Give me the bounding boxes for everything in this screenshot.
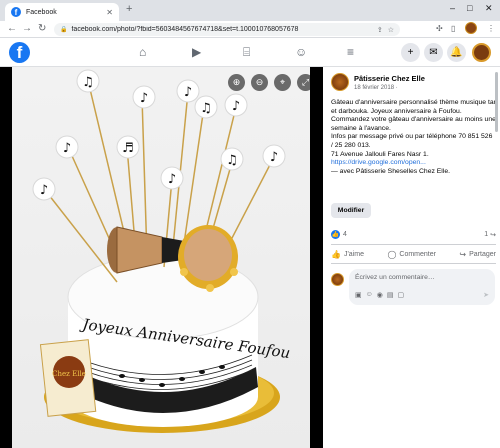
minimize-icon[interactable]: –	[450, 3, 455, 13]
sticker-icon[interactable]: ▢	[398, 291, 405, 299]
svg-text:♪: ♪	[63, 141, 71, 156]
svg-text:♬: ♬	[122, 141, 134, 156]
box-brand-label: Chez Elle	[52, 370, 86, 378]
create-plus-icon[interactable]: +	[401, 43, 420, 62]
browser-profile-avatar[interactable]	[465, 22, 477, 34]
tagged-text: — avec Pâtisserie Sheselles Chez Elle.	[331, 167, 450, 175]
svg-text:♪: ♪	[184, 85, 192, 100]
page-name-link[interactable]: Pâtisserie Chez Elle	[354, 74, 425, 83]
groups-icon[interactable]: ☺	[295, 45, 307, 59]
thumbs-up-icon: 👍	[331, 250, 341, 259]
post-text: Gâteau d'anniversaire personnalisé thème…	[331, 99, 496, 176]
drive-link[interactable]: https://drive.google.com/open...	[331, 159, 496, 168]
gif-icon[interactable]: ▤	[387, 291, 394, 299]
post-text-line: 71 Avenue Jallouli Fares Nasr 1.	[331, 150, 429, 158]
commenter-avatar	[331, 273, 344, 286]
like-reaction-icon[interactable]: 👍	[331, 230, 340, 239]
zoom-in-icon[interactable]: ⊕	[228, 74, 245, 91]
svg-text:♫: ♫	[226, 153, 238, 168]
reactions-row: 👍 4 1 ↪	[331, 230, 496, 239]
svg-text:♪: ♪	[140, 91, 148, 106]
cake-illustration: ♫♪ ♪♫ ♪♪ ♬♪ ♫ ♪ ♪ Joyeux Anniversaire Fo…	[32, 69, 291, 433]
post-info-panel: Pâtisserie Chez Elle 18 février 2018 · G…	[323, 67, 500, 448]
home-icon[interactable]: ⌂	[139, 45, 146, 59]
divider	[331, 244, 496, 245]
avatar-sticker-icon[interactable]: ▣	[355, 291, 362, 299]
bookmark-star-icon[interactable]: ☆	[388, 26, 394, 34]
window-close-icon[interactable]: ✕	[485, 3, 493, 14]
comment-label: Commenter	[399, 251, 436, 258]
facebook-header: f ⌂ ▶ ⌸ ☺ ≡ + ✉ 🔔	[0, 38, 500, 67]
emoji-icon[interactable]: ☺	[366, 291, 373, 299]
browser-menu-icon[interactable]: ⋮	[487, 24, 495, 33]
share-count-icon: ↪	[490, 231, 496, 239]
facebook-logo-icon[interactable]: f	[9, 42, 30, 63]
like-button[interactable]: 👍 J'aime	[331, 250, 364, 259]
comment-input[interactable]: Écrivez un commentaire… ▣ ☺ ◉ ▤ ▢ ➤	[349, 269, 495, 305]
back-icon[interactable]: ←	[7, 23, 17, 34]
reaction-count[interactable]: 4	[343, 231, 484, 238]
lock-icon: 🔒	[60, 27, 68, 33]
reload-icon[interactable]: ↻	[38, 23, 46, 34]
edit-post-button[interactable]: Modifier	[331, 203, 371, 218]
page-avatar[interactable]	[331, 73, 349, 91]
comment-tools: ▣ ☺ ◉ ▤ ▢	[355, 291, 404, 299]
post-text-line: Infos par message privé ou par téléphone…	[331, 133, 493, 149]
address-bar[interactable]: 🔒 facebook.com/photo/?fbid=5603484567674…	[54, 23, 400, 36]
svg-text:♫: ♫	[200, 101, 212, 116]
share-page-icon[interactable]: ⇪	[377, 26, 383, 34]
browser-tab-strip: f Facebook ✕ + – □ ✕	[0, 0, 500, 21]
forward-icon[interactable]: →	[22, 23, 32, 34]
comment-placeholder: Écrivez un commentaire…	[355, 274, 435, 281]
fullscreen-icon[interactable]: ⤢	[297, 74, 310, 91]
svg-text:♪: ♪	[168, 172, 176, 187]
share-label: Partager	[469, 251, 496, 258]
maximize-icon[interactable]: □	[467, 3, 472, 13]
watch-video-icon[interactable]: ▶	[192, 45, 201, 59]
comment-bubble-icon: ◯	[387, 250, 397, 259]
photo-viewer: ♫ ♪ ♪ ♫ ♪ ♪ ♬ ♪ ♫ ♪ ♪ Joyeux Anniversair…	[0, 67, 323, 448]
menu-lines-icon[interactable]: ≡	[347, 45, 354, 59]
browser-tab[interactable]: f Facebook ✕	[5, 3, 119, 21]
camera-icon[interactable]: ◉	[377, 291, 383, 299]
marketplace-icon[interactable]: ⌸	[243, 45, 250, 60]
post-actions: 👍 J'aime ◯ Commenter ↪ Partager	[331, 250, 496, 259]
comment-button[interactable]: ◯ Commenter	[387, 250, 436, 259]
new-tab-icon[interactable]: +	[126, 3, 132, 15]
cake-photo[interactable]: ♫ ♪ ♪ ♫ ♪ ♪ ♬ ♪ ♫ ♪ ♪ Joyeux Anniversair…	[12, 67, 310, 448]
svg-text:♪: ♪	[270, 150, 278, 165]
share-button[interactable]: ↪ Partager	[459, 250, 496, 259]
tag-icon[interactable]: ⌖	[274, 74, 291, 91]
side-panel-icon[interactable]: ▯	[451, 24, 455, 33]
account-avatar[interactable]	[472, 43, 491, 62]
svg-text:♪: ♪	[232, 99, 240, 114]
send-icon[interactable]: ➤	[483, 291, 489, 299]
post-text-line: Gâteau d'anniversaire personnalisé thème…	[331, 99, 496, 115]
tab-close-icon[interactable]: ✕	[106, 8, 113, 17]
panel-scrollbar[interactable]	[495, 72, 498, 132]
notifications-bell-icon[interactable]: 🔔	[447, 43, 466, 62]
messenger-icon[interactable]: ✉	[424, 43, 443, 62]
svg-text:♫: ♫	[82, 75, 94, 90]
extensions-puzzle-icon[interactable]: ✣	[436, 24, 443, 33]
zoom-out-icon[interactable]: ⊖	[251, 74, 268, 91]
divider	[331, 263, 496, 264]
post-text-line: Commandez votre gâteau d'anniversaire au…	[331, 116, 496, 132]
post-date[interactable]: 18 février 2018 ·	[354, 85, 398, 91]
url-text: facebook.com/photo/?fbid=560348456767471…	[71, 26, 299, 33]
like-label: J'aime	[343, 251, 364, 258]
facebook-favicon-icon: f	[11, 7, 21, 17]
tab-title: Facebook	[26, 8, 57, 16]
browser-toolbar: ← → ↻ 🔒 facebook.com/photo/?fbid=5603484…	[0, 21, 500, 38]
share-arrow-icon: ↪	[459, 250, 467, 259]
svg-text:♪: ♪	[40, 183, 48, 198]
share-count[interactable]: 1	[484, 231, 488, 238]
